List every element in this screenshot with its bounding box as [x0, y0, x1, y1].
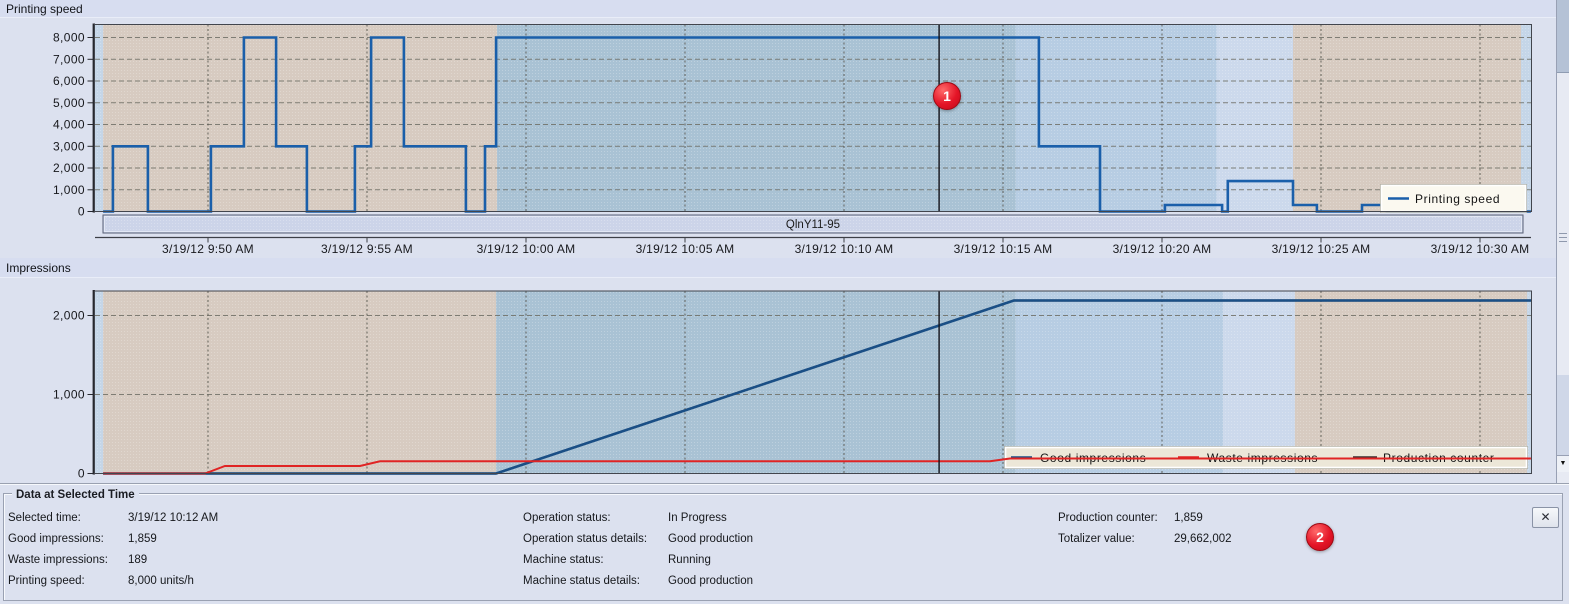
detail-label: Printing speed: [8, 575, 85, 587]
detail-value: 8,000 units/h [128, 575, 194, 587]
annotation-badge-1: 1 [933, 82, 961, 110]
detail-value: 1,859 [128, 533, 157, 545]
x-tick-label: 3/19/12 10:05 AM [636, 242, 735, 256]
x-tick-label: 3/19/12 10:30 AM [1431, 242, 1530, 256]
scrollbar-track-segment[interactable] [1557, 375, 1569, 455]
detail-value: Running [668, 554, 711, 566]
job-bar-label: QlnY11-95 [786, 219, 840, 231]
annotation-badge-2: 2 [1306, 523, 1334, 551]
y-tick-label: 6,000 [53, 74, 85, 88]
detail-label: Machine status: [523, 554, 604, 566]
splitter-grip-icon[interactable] [1559, 233, 1567, 244]
y-tick-label: 4,000 [53, 118, 85, 132]
printing-speed-panel-title: Printing speed [0, 0, 1556, 18]
y-tick-label: 0 [78, 205, 85, 219]
scrollbar-thumb[interactable] [1557, 0, 1569, 73]
detail-value: 29,662,002 [1174, 533, 1232, 545]
y-tick-label: 2,000 [53, 309, 85, 323]
x-tick-label: 3/19/12 10:25 AM [1272, 242, 1371, 256]
details-column-counts: Selected time: 3/19/12 10:12 AM Good impr… [8, 484, 428, 604]
press-monitoring-window: Printing speed 0 1,000 2,000 3,000 4,000 5,00… [0, 0, 1569, 604]
legend: Printing speed [1381, 185, 1527, 213]
y-tick-label: 0 [78, 467, 85, 481]
impressions-chart[interactable]: 01,0002,000Good impressionsWaste impress… [0, 278, 1556, 483]
detail-value: 189 [128, 554, 147, 566]
y-tick-label: 5,000 [53, 96, 85, 110]
scrollbar-down-button[interactable]: ▼ [1557, 455, 1569, 472]
details-column-counters: Production counter: 1,859 Totalizer value… [1058, 484, 1478, 604]
x-tick-label: 3/19/12 10:20 AM [1113, 242, 1212, 256]
detail-value: Good production [668, 575, 753, 587]
y-tick-label: 2,000 [53, 161, 85, 175]
detail-value: In Progress [668, 512, 727, 524]
y-tick-label: 3,000 [53, 139, 85, 153]
vertical-scrollbar[interactable]: ▼ [1556, 0, 1569, 483]
chevron-down-icon: ▼ [1560, 460, 1567, 467]
x-tick-label: 3/19/12 10:15 AM [954, 242, 1053, 256]
x-tick-label: 3/19/12 9:55 AM [321, 242, 413, 256]
detail-value: 1,859 [1174, 512, 1203, 524]
close-button[interactable]: ✕ [1532, 507, 1559, 528]
detail-label: Production counter: [1058, 512, 1158, 524]
detail-label: Good impressions: [8, 533, 104, 545]
details-column-status: Operation status: In Progress Operation s… [523, 484, 973, 604]
x-tick-label: 3/19/12 9:50 AM [162, 242, 254, 256]
detail-value: 3/19/12 10:12 AM [128, 512, 218, 524]
detail-label: Machine status details: [523, 575, 640, 587]
detail-label: Operation status: [523, 512, 611, 524]
detail-label: Operation status details: [523, 533, 647, 545]
y-tick-label: 1,000 [53, 388, 85, 402]
printing-speed-chart[interactable]: 0 1,000 2,000 3,000 4,000 5,000 6,000 7,000 8,00… [0, 17, 1556, 258]
x-tick-label: 3/19/12 10:00 AM [477, 242, 576, 256]
impressions-panel-title: Impressions [0, 258, 1556, 278]
detail-label: Waste impressions: [8, 554, 108, 566]
data-at-selected-time-panel: Data at Selected Time Selected time:3/19… [0, 483, 1569, 604]
y-tick-label: 7,000 [53, 53, 85, 67]
x-tick-label: 3/19/12 10:10 AM [795, 242, 894, 256]
y-tick-label: 8,000 [53, 31, 85, 45]
detail-label: Selected time: [8, 512, 81, 524]
legend-label-printing-speed: Printing speed [1415, 192, 1500, 206]
y-tick-label: 1,000 [53, 183, 85, 197]
detail-value: Good production [668, 533, 753, 545]
close-icon: ✕ [1540, 510, 1550, 524]
detail-label: Totalizer value: [1058, 533, 1135, 545]
